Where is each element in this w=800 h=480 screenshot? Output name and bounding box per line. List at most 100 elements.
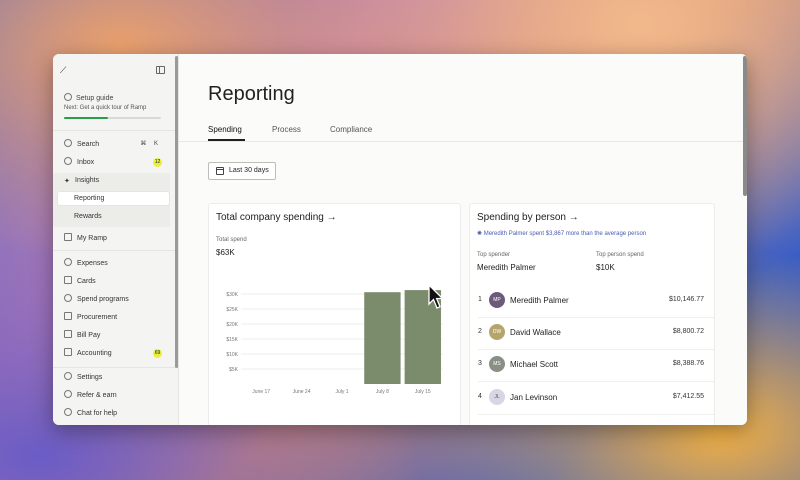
sidebar-item-label: Search xyxy=(77,141,100,148)
y-tick-label: $30K xyxy=(226,292,238,298)
main-content: Reporting Spending Process Compliance La… xyxy=(179,54,747,425)
sidebar-item-label: Bill Pay xyxy=(77,332,101,339)
sidebar-item-label: Refer & earn xyxy=(77,392,117,399)
collapse-sidebar-icon[interactable] xyxy=(156,66,165,74)
sidebar-item-label: Expenses xyxy=(77,260,108,267)
main-scrollbar[interactable] xyxy=(743,56,747,196)
insight-text: Meredith Palmer spent $3,867 more than t… xyxy=(483,231,647,237)
search-shortcut: ⌘ K xyxy=(140,141,161,147)
sidebar-item-label: Spend programs xyxy=(77,296,129,303)
sidebar-item-insights[interactable]: ✦ Insights xyxy=(57,173,170,188)
sidebar-item-accounting[interactable]: Accounting 69 xyxy=(57,346,170,361)
sidebar-divider xyxy=(53,250,178,251)
setup-icon xyxy=(64,93,72,101)
person-name: David Wallace xyxy=(510,328,561,337)
date-range-button[interactable]: Last 30 days xyxy=(208,162,276,180)
tabs-divider xyxy=(179,141,747,142)
person-rank: 4 xyxy=(478,393,482,400)
tab-process[interactable]: Process xyxy=(272,125,301,134)
list-item[interactable]: 3 MS Michael Scott $8,388.76 xyxy=(470,350,714,380)
y-tick-label: $20K xyxy=(226,322,238,328)
gear-icon xyxy=(64,372,72,380)
person-rank: 3 xyxy=(478,360,482,367)
avatar: DW xyxy=(489,324,505,340)
person-name: Michael Scott xyxy=(510,360,559,369)
sidebar-item-label: My Ramp xyxy=(77,235,107,242)
person-amount: $8,388.76 xyxy=(672,360,704,367)
avatar: MS xyxy=(489,356,505,372)
list-item[interactable]: 4 JL Jan Levinson $7,412.55 xyxy=(470,383,714,413)
mouse-cursor-icon xyxy=(428,284,444,309)
row-divider xyxy=(478,381,714,382)
setup-next-step: Next: Get a quick tour of Ramp xyxy=(64,105,147,111)
sidebar-item-rewards[interactable]: Rewards xyxy=(57,209,170,224)
list-item[interactable]: 2 DW David Wallace $8,800.72 xyxy=(470,318,714,348)
sidebar-item-label: Procurement xyxy=(77,314,118,321)
y-tick-label: $15K xyxy=(226,337,238,343)
person-name: Jan Levinson xyxy=(510,393,558,402)
accounting-icon xyxy=(64,348,72,356)
x-tick-label: July 15 xyxy=(415,389,431,395)
person-amount: $8,800.72 xyxy=(672,328,704,335)
setup-guide-label: Setup guide xyxy=(76,95,114,102)
sidebar-item-chat[interactable]: Chat for help xyxy=(57,406,170,421)
sidebar-item-label: Reporting xyxy=(74,195,105,202)
card-icon xyxy=(64,276,72,284)
sidebar-item-reporting[interactable]: Reporting xyxy=(57,191,170,206)
sidebar-item-my-ramp[interactable]: My Ramp xyxy=(57,231,170,246)
tab-compliance[interactable]: Compliance xyxy=(330,125,372,134)
sidebar-item-search[interactable]: Search ⌘ K xyxy=(57,137,170,152)
bar[interactable] xyxy=(364,292,401,384)
row-divider xyxy=(478,414,714,415)
procurement-icon xyxy=(64,312,72,320)
search-icon xyxy=(64,139,72,147)
sidebar-item-inbox[interactable]: Inbox 12 xyxy=(57,155,170,170)
tab-spending[interactable]: Spending xyxy=(208,125,242,134)
inbox-icon xyxy=(64,157,72,165)
sidebar-item-cards[interactable]: Cards xyxy=(57,274,170,289)
x-tick-label: June 24 xyxy=(293,389,311,395)
sidebar-divider xyxy=(53,130,178,131)
gift-icon xyxy=(64,390,72,398)
avatar: MP xyxy=(489,292,505,308)
y-tick-label: $25K xyxy=(226,307,238,313)
sidebar-item-expenses[interactable]: Expenses xyxy=(57,256,170,271)
spend-programs-icon xyxy=(64,294,72,302)
sidebar-item-procurement[interactable]: Procurement xyxy=(57,310,170,325)
y-tick-label: $10K xyxy=(226,352,238,358)
sidebar-item-settings[interactable]: Settings xyxy=(57,370,170,385)
y-tick-label: $5K xyxy=(229,367,239,373)
sparkle-icon: ✦ xyxy=(64,178,70,185)
sidebar-item-spend-programs[interactable]: Spend programs xyxy=(57,292,170,307)
sidebar-item-label: Accounting xyxy=(77,350,112,357)
sidebar-scrollbar[interactable] xyxy=(175,56,178,368)
my-ramp-icon xyxy=(64,233,72,241)
top-person-spend-value: $10K xyxy=(596,263,615,272)
sidebar-item-bill-pay[interactable]: Bill Pay xyxy=(57,328,170,343)
setup-progress-fill xyxy=(64,117,108,119)
calendar-icon xyxy=(216,167,224,175)
x-tick-label: July 1 xyxy=(335,389,348,395)
inbox-badge: 12 xyxy=(153,158,162,167)
date-range-label: Last 30 days xyxy=(229,167,269,174)
sparkle-icon: ✺ xyxy=(477,231,483,237)
sidebar-divider xyxy=(53,367,178,368)
list-item[interactable]: 1 MP Meredith Palmer $10,146.77 xyxy=(470,286,714,316)
spending-by-person-title[interactable]: Spending by person → xyxy=(477,212,579,223)
bill-icon xyxy=(64,330,72,338)
expenses-icon xyxy=(64,258,72,266)
person-amount: $10,146.77 xyxy=(668,296,704,303)
spending-bar-chart: $5K $10K $15K $20K $25K $30K June 17 June 24 Jul… xyxy=(226,290,443,395)
sidebar: ⟋ Setup guide Next: Get a quick tour of … xyxy=(53,54,179,425)
total-spending-card: Total company spending → Total spend $63… xyxy=(208,203,461,425)
ramp-logo-icon[interactable]: ⟋ xyxy=(60,65,66,76)
sidebar-item-label: Chat for help xyxy=(77,410,118,417)
person-rank: 2 xyxy=(478,328,482,335)
sidebar-item-refer[interactable]: Refer & earn xyxy=(57,388,170,403)
sidebar-item-label: Cards xyxy=(77,278,96,285)
top-spender-label: Top spender xyxy=(477,252,511,258)
setup-guide[interactable]: Setup guide xyxy=(64,93,113,102)
sidebar-item-label: Settings xyxy=(77,374,103,381)
setup-progress-bar xyxy=(64,117,161,119)
person-name: Meredith Palmer xyxy=(510,296,569,305)
